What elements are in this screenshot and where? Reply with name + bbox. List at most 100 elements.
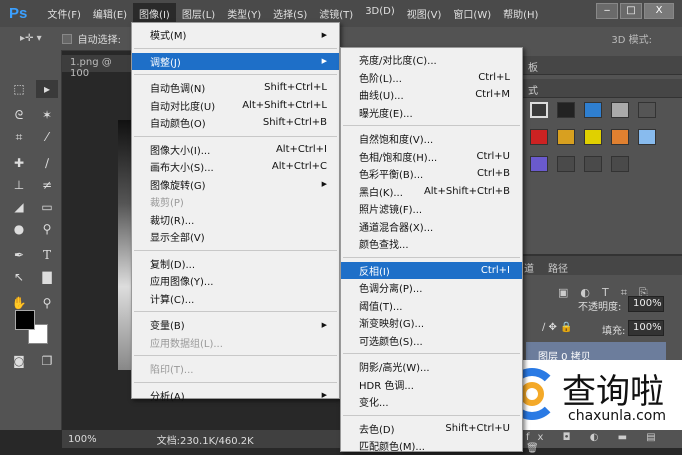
brush-tool-icon[interactable]: ∕ — [36, 154, 58, 172]
menu-item[interactable]: 自动对比度(U) Alt+Shift+Ctrl+L — [132, 97, 339, 115]
menu-item[interactable]: 色调分离(P)... — [341, 279, 522, 297]
menu-item[interactable]: 亮度/对比度(C)... — [341, 51, 522, 69]
style-swatch[interactable] — [584, 102, 602, 118]
menu-item[interactable]: 曲线(U)... Ctrl+M — [341, 86, 522, 104]
quick-mask-icon[interactable]: ◙ — [8, 352, 30, 370]
opacity-field[interactable]: 100% — [628, 296, 664, 312]
move-tool-icon[interactable]: ▸ — [36, 80, 58, 98]
style-swatch[interactable] — [611, 129, 629, 145]
magic-wand-icon[interactable]: ✶ — [36, 106, 58, 124]
dodge-tool-icon[interactable]: ⚲ — [36, 220, 58, 238]
lasso-tool-icon[interactable]: ᘓ — [8, 106, 30, 124]
menu-item[interactable]: 渐变映射(G)... — [341, 314, 522, 332]
style-swatch[interactable] — [638, 129, 656, 145]
style-swatch[interactable] — [530, 102, 548, 118]
menu-item[interactable]: 复制(D)... — [132, 255, 339, 273]
style-swatch[interactable] — [557, 129, 575, 145]
eraser-tool-icon[interactable]: ◢ — [8, 198, 30, 216]
style-swatch[interactable] — [638, 102, 656, 118]
menu-item[interactable]: 阴影/高光(W)... — [341, 358, 522, 376]
eyedropper-icon[interactable]: ⁄ — [36, 128, 58, 146]
menu-item[interactable]: 应用图像(Y)... — [132, 272, 339, 290]
zoom-level[interactable]: 100% — [68, 434, 97, 445]
menu-3[interactable]: 图层(L) — [176, 3, 221, 24]
menu-item[interactable]: 图像旋转(G) ▶ — [132, 176, 339, 194]
style-swatch[interactable] — [584, 129, 602, 145]
menu-item[interactable]: 色彩平衡(B)... Ctrl+B — [341, 165, 522, 183]
menu-4[interactable]: 类型(Y) — [221, 3, 267, 24]
styles-tab[interactable]: 式 — [522, 79, 682, 98]
menu-10[interactable]: 帮助(H) — [497, 3, 544, 24]
menu-item[interactable]: 阈值(T)... — [341, 297, 522, 315]
gradient-tool-icon[interactable]: ▭ — [36, 198, 58, 216]
menu-item[interactable]: 自然饱和度(V)... — [341, 130, 522, 148]
lock-icons[interactable]: ∕ ✥ 🔒 — [542, 322, 573, 333]
path-select-icon[interactable]: ↖ — [8, 268, 30, 286]
menu-item[interactable]: 调整(J) ▶ — [132, 52, 339, 70]
history-brush-icon[interactable]: ≠ — [36, 176, 58, 194]
style-swatch[interactable] — [584, 156, 602, 172]
paths-tab[interactable]: 路径 — [548, 260, 568, 275]
pen-tool-icon[interactable]: ✒ — [8, 246, 30, 264]
marquee-tool-icon[interactable]: ⬚ — [8, 80, 30, 98]
move-tool-icon[interactable]: ▸✛ ▾ — [20, 33, 42, 44]
healing-brush-icon[interactable]: ✚ — [8, 154, 30, 172]
menu-item[interactable]: HDR 色调... — [341, 376, 522, 394]
menu-item[interactable]: 画布大小(S)... Alt+Ctrl+C — [132, 158, 339, 176]
style-swatch[interactable] — [530, 156, 548, 172]
menu-item[interactable]: 色阶(L)... Ctrl+L — [341, 69, 522, 87]
menu-8[interactable]: 视图(V) — [401, 3, 448, 24]
channels-tab[interactable]: 道 — [524, 260, 534, 275]
document-tab[interactable]: 1.png @ 100 — [62, 55, 132, 79]
menu-item[interactable]: 自动颜色(O) Shift+Ctrl+B — [132, 114, 339, 132]
menu-item[interactable]: 曝光度(E)... — [341, 104, 522, 122]
fill-field[interactable]: 100% — [628, 320, 664, 336]
menu-item[interactable]: 匹配颜色(M)... — [341, 437, 522, 455]
menu-2[interactable]: 图像(I) — [133, 3, 176, 24]
menu-item-label: 色阶(L)... — [359, 73, 402, 85]
menu-item[interactable]: 可选颜色(S)... — [341, 332, 522, 350]
panel-tab[interactable]: 板 — [522, 56, 682, 75]
menu-item[interactable]: 颜色查找... — [341, 235, 522, 253]
menu-item[interactable]: 照片滤镜(F)... — [341, 200, 522, 218]
zoom-tool-icon[interactable]: ⚲ — [36, 294, 58, 312]
menu-item[interactable]: 计算(C)... — [132, 290, 339, 308]
menu-1[interactable]: 编辑(E) — [87, 3, 133, 24]
menu-0[interactable]: 文件(F) — [41, 3, 87, 24]
menu-item[interactable]: 通道混合器(X)... — [341, 218, 522, 236]
type-tool-icon[interactable]: T — [36, 246, 58, 264]
style-swatch[interactable] — [611, 156, 629, 172]
menu-9[interactable]: 窗口(W) — [447, 3, 497, 24]
screen-mode-icon[interactable]: ❐ — [36, 352, 58, 370]
tools-panel: ⬚ ▸ ᘓ ✶ ⌗ ⁄ ✚ ∕ ⊥ ≠ ◢ ▭ ● ⚲ ✒ T ↖ ▇ ✋ ⚲ … — [0, 50, 62, 430]
menu-item[interactable]: 图像大小(I)... Alt+Ctrl+I — [132, 141, 339, 159]
shape-tool-icon[interactable]: ▇ — [36, 268, 58, 286]
blur-tool-icon[interactable]: ● — [8, 220, 30, 238]
menu-item[interactable]: 变化... — [341, 393, 522, 411]
menu-item[interactable]: 自动色调(N) Shift+Ctrl+L — [132, 79, 339, 97]
menu-6[interactable]: 滤镜(T) — [313, 3, 359, 24]
menu-item[interactable]: 色相/饱和度(H)... Ctrl+U — [341, 148, 522, 166]
foreground-color-swatch[interactable] — [15, 310, 35, 330]
menu-item[interactable]: 模式(M) ▶ — [132, 26, 339, 44]
style-swatch[interactable] — [557, 156, 575, 172]
minimize-button[interactable]: ‒ — [596, 3, 618, 19]
layer-footer-icons[interactable]: fx ◘ ◐ ▬ ▤ 🗑 — [526, 432, 682, 454]
menu-item[interactable]: 裁切(R)... — [132, 211, 339, 229]
menu-item[interactable]: 黑白(K)... Alt+Shift+Ctrl+B — [341, 183, 522, 201]
style-swatch[interactable] — [611, 102, 629, 118]
menu-item[interactable]: 变量(B) ▶ — [132, 316, 339, 334]
close-button[interactable]: X — [644, 3, 674, 19]
crop-tool-icon[interactable]: ⌗ — [8, 128, 30, 146]
style-swatch[interactable] — [530, 129, 548, 145]
menu-5[interactable]: 选择(S) — [267, 3, 313, 24]
menu-7[interactable]: 3D(D) — [359, 3, 401, 24]
auto-select-checkbox[interactable] — [61, 33, 72, 44]
menu-item[interactable]: 反相(I) Ctrl+I — [341, 261, 522, 279]
menu-item[interactable]: 去色(D) Shift+Ctrl+U — [341, 420, 522, 438]
menu-item[interactable]: 显示全部(V) — [132, 228, 339, 246]
style-swatch[interactable] — [557, 102, 575, 118]
stamp-tool-icon[interactable]: ⊥ — [8, 176, 30, 194]
maximize-button[interactable]: □ — [620, 3, 642, 19]
menu-item[interactable]: 分析(A) ▶ — [132, 387, 339, 405]
